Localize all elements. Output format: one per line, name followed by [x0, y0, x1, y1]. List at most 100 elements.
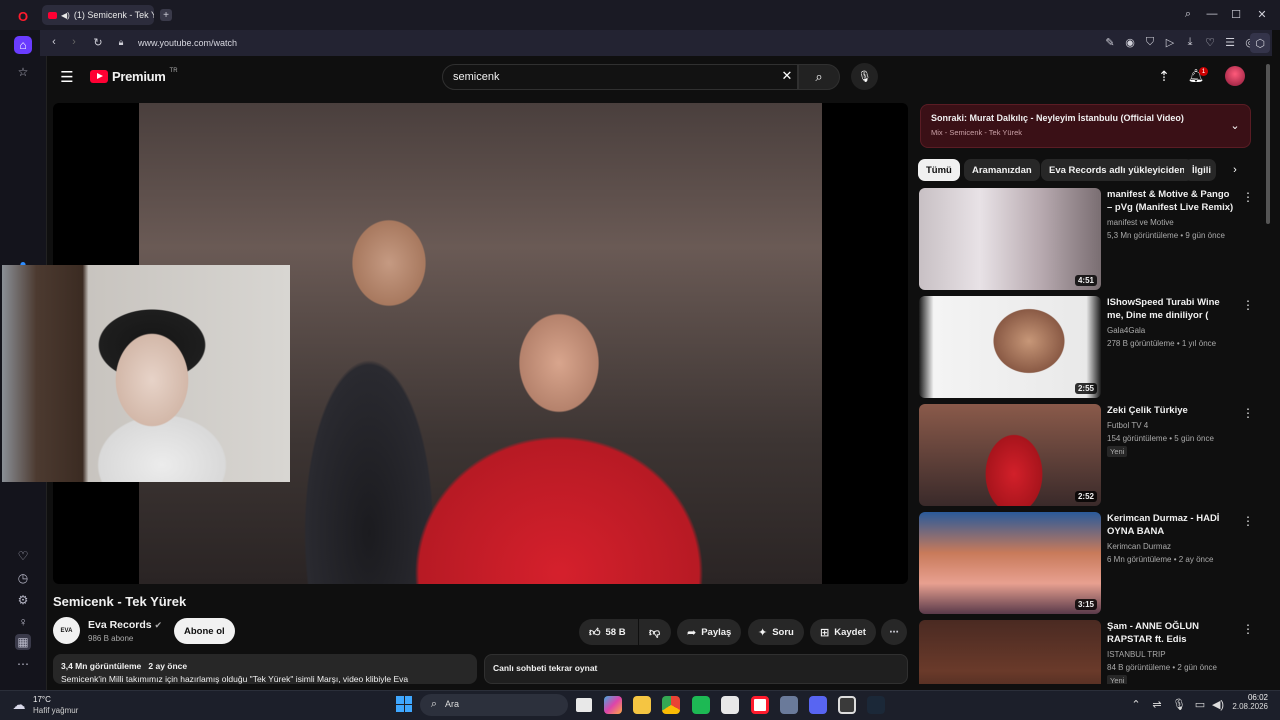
video-thumbnail[interactable]: [919, 620, 1101, 684]
minimize-button[interactable]: —: [1206, 8, 1218, 20]
hamburger-menu-icon[interactable]: ☰: [59, 69, 75, 86]
share-button[interactable]: ➦ Paylaş: [677, 619, 742, 645]
chip-from-uploader[interactable]: Eva Records adlı yükleyiciden: [1041, 159, 1194, 181]
rec-channel[interactable]: ISTANBUL TRIP: [1107, 649, 1166, 660]
upload-icon[interactable]: ⇡: [1156, 68, 1172, 84]
camera-icon[interactable]: ◉: [1124, 36, 1136, 49]
tab-active[interactable]: ◀) (1) Semicenk - Tek Yü: [42, 5, 154, 25]
description-box[interactable]: 3,4 Mn görüntüleme 2 ay önce Semicenk'in…: [53, 654, 477, 684]
home-icon[interactable]: ⌂: [14, 36, 32, 54]
rec-channel[interactable]: Kerimcan Durmaz: [1107, 541, 1171, 552]
save-button[interactable]: ⊞ Kaydet: [810, 619, 876, 645]
opera-taskbar-icon[interactable]: [751, 696, 769, 714]
youtube-logo[interactable]: Premium TR: [90, 68, 178, 84]
edit-icon[interactable]: ✎: [1104, 36, 1116, 49]
kebab-menu-icon[interactable]: ⋮: [1242, 406, 1254, 420]
weather-widget[interactable]: ☁ 17°C Hafif yağmur: [10, 693, 100, 717]
kebab-menu-icon[interactable]: ⋮: [1242, 514, 1254, 528]
rec-channel[interactable]: Gala4Gala: [1107, 325, 1145, 336]
rec-title[interactable]: Kerimcan Durmaz - HADİ OYNA BANA: [1107, 512, 1237, 538]
settings-gear-icon[interactable]: ⚙: [15, 592, 31, 608]
chip-related[interactable]: İlgili: [1184, 159, 1216, 181]
chrome-icon[interactable]: [662, 696, 680, 714]
task-view-icon[interactable]: [576, 698, 592, 712]
clear-search-icon[interactable]: ✕: [780, 68, 794, 83]
kebab-menu-icon[interactable]: ⋮: [1242, 298, 1254, 312]
menu-lines-icon[interactable]: ☰: [1224, 36, 1236, 49]
rec-channel[interactable]: manifest ve Motive: [1107, 217, 1174, 228]
channel-avatar[interactable]: EVA: [53, 617, 80, 644]
obs-icon[interactable]: [838, 696, 856, 714]
forward-icon[interactable]: ›: [68, 36, 80, 48]
star-icon[interactable]: ☆: [15, 64, 31, 80]
maximize-button[interactable]: ☐: [1230, 8, 1242, 21]
new-tab-button[interactable]: +: [160, 9, 172, 21]
dislike-button[interactable]: 👎︎: [639, 619, 671, 645]
video-thumbnail[interactable]: 3:15: [919, 512, 1101, 614]
speaker-icon[interactable]: ◀): [61, 11, 70, 20]
list-item[interactable]: 4:51 manifest & Motive & Pango – pVg (Ma…: [919, 188, 1254, 292]
page-scrollbar[interactable]: [1266, 64, 1270, 224]
steam-icon[interactable]: [867, 696, 885, 714]
discord-icon[interactable]: [809, 696, 827, 714]
voice-search-button[interactable]: 🎙︎: [851, 63, 878, 90]
lightbulb-icon[interactable]: ♀: [15, 614, 31, 630]
close-window-button[interactable]: ✕: [1256, 8, 1268, 21]
kebab-menu-icon[interactable]: ⋮: [1242, 622, 1254, 636]
microphone-icon[interactable]: 🎙︎: [1172, 697, 1186, 711]
search-button[interactable]: ⌕: [798, 64, 840, 90]
subscribe-button[interactable]: Abone ol: [174, 618, 235, 644]
extensions-box-icon[interactable]: ▦: [15, 634, 31, 650]
ask-button[interactable]: ✦ Soru: [748, 619, 804, 645]
search-input[interactable]: semicenk: [442, 64, 798, 90]
chevron-down-icon[interactable]: ⌄: [1229, 119, 1241, 132]
store-icon[interactable]: [721, 696, 739, 714]
bookmark-heart-icon[interactable]: ♡: [1204, 36, 1216, 49]
video-thumbnail[interactable]: 2:55: [919, 296, 1101, 398]
chevron-right-icon[interactable]: ›: [1228, 163, 1242, 177]
video-thumbnail[interactable]: 4:51: [919, 188, 1101, 290]
history-icon[interactable]: ◷: [15, 570, 31, 586]
download-icon[interactable]: ⤓: [1184, 36, 1196, 48]
file-explorer-icon[interactable]: [633, 696, 651, 714]
rec-title[interactable]: IShowSpeed Turabi Wine me, Dine me dinil…: [1107, 296, 1237, 323]
volume-icon[interactable]: ◀): [1211, 697, 1225, 711]
heart-icon[interactable]: ♡: [15, 548, 31, 564]
search-tabs-icon[interactable]: ⌕: [1182, 8, 1194, 20]
taskbar-search[interactable]: ⌕ Ara: [420, 694, 568, 716]
clock[interactable]: 06:02 2.08.2026: [1230, 693, 1268, 711]
more-actions-button[interactable]: ⋯: [881, 619, 907, 645]
rec-title[interactable]: Şam - ANNE OĞLUN RAPSTAR ft. Edis: [1107, 620, 1237, 646]
tray-chevron-up-icon[interactable]: ⌃: [1130, 697, 1142, 711]
up-next-panel[interactable]: Sonraki: Murat Dalkılıç - Neyleyim İstan…: [920, 104, 1251, 148]
rec-title[interactable]: Zeki Çelik Türkiye: [1107, 404, 1237, 417]
avatar[interactable]: [1225, 66, 1245, 86]
rec-channel[interactable]: Futbol TV 4: [1107, 420, 1148, 431]
reload-icon[interactable]: ↻: [92, 36, 104, 49]
back-icon[interactable]: ‹: [48, 36, 60, 48]
shield-icon[interactable]: ⛉: [1144, 36, 1156, 48]
list-item[interactable]: 2:52 Zeki Çelik Türkiye Futbol TV 4 154 …: [919, 404, 1254, 508]
list-item[interactable]: Şam - ANNE OĞLUN RAPSTAR ft. Edis ISTANB…: [919, 620, 1254, 684]
channel-name[interactable]: Eva Records ✔︎: [88, 619, 162, 631]
windows-start-icon[interactable]: [396, 696, 412, 712]
opera-logo-icon[interactable]: O: [16, 9, 30, 24]
more-icon[interactable]: ⋯: [15, 656, 31, 672]
network-icon[interactable]: ⇌: [1150, 697, 1164, 711]
kebab-menu-icon[interactable]: ⋮: [1242, 190, 1254, 204]
copilot-icon[interactable]: [604, 696, 622, 714]
spotify-icon[interactable]: [692, 696, 710, 714]
chip-from-search[interactable]: Aramanızdan: [964, 159, 1040, 181]
extension-cube-icon[interactable]: ⬡: [1250, 33, 1270, 53]
chip-all[interactable]: Tümü: [918, 159, 960, 181]
display-icon[interactable]: ▭: [1193, 697, 1207, 711]
video-thumbnail[interactable]: 2:52: [919, 404, 1101, 506]
live-chat-replay-box[interactable]: Canlı sohbeti tekrar oynat: [484, 654, 908, 684]
list-item[interactable]: 3:15 Kerimcan Durmaz - HADİ OYNA BANA Ke…: [919, 512, 1254, 616]
rec-title[interactable]: manifest & Motive & Pango – pVg (Manifes…: [1107, 188, 1237, 215]
list-item[interactable]: 2:55 IShowSpeed Turabi Wine me, Dine me …: [919, 296, 1254, 400]
url-field[interactable]: www.youtube.com/watch: [138, 38, 237, 48]
game-controller-icon[interactable]: [780, 696, 798, 714]
like-button[interactable]: 👍︎ 58 B: [579, 619, 638, 645]
player-icon[interactable]: ▷: [1164, 36, 1176, 49]
